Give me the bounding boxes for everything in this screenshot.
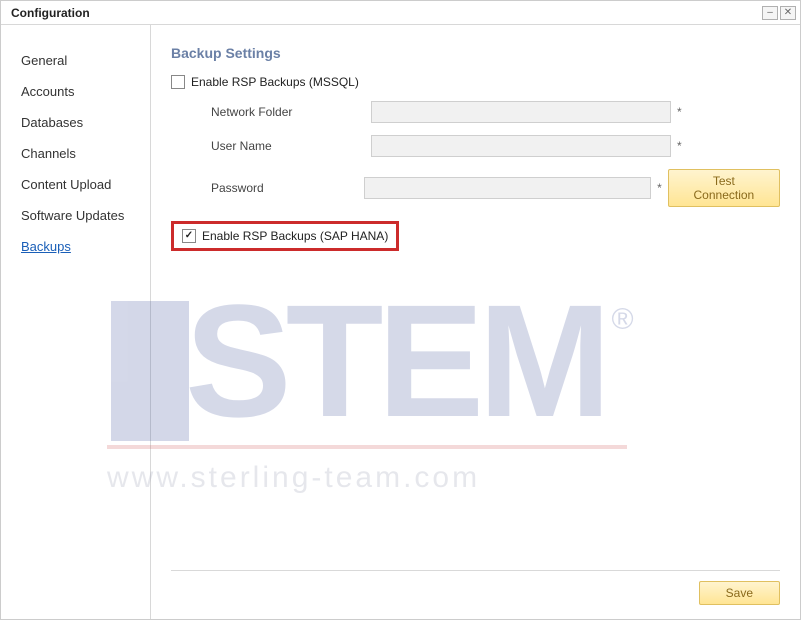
enable-hana-label: Enable RSP Backups (SAP HANA) [202, 229, 388, 243]
network-folder-row: Network Folder * [211, 101, 780, 123]
enable-hana-checkbox[interactable] [182, 229, 196, 243]
password-input[interactable] [364, 177, 651, 199]
highlight-box: Enable RSP Backups (SAP HANA) [171, 221, 399, 251]
required-asterisk: * [657, 181, 662, 195]
window-buttons: – ✕ [762, 6, 796, 20]
content-panel: Backup Settings Enable RSP Backups (MSSQ… [151, 25, 800, 619]
required-asterisk: * [677, 139, 682, 153]
required-asterisk: * [677, 105, 682, 119]
sidebar-item-channels[interactable]: Channels [21, 138, 150, 169]
password-label: Password [211, 181, 364, 195]
user-name-input[interactable] [371, 135, 671, 157]
network-folder-label: Network Folder [211, 105, 371, 119]
minimize-button[interactable]: – [762, 6, 778, 20]
enable-hana-row: Enable RSP Backups (SAP HANA) [171, 221, 780, 251]
config-window: Configuration – ✕ STEM ® www.sterling-te… [0, 0, 801, 620]
sidebar-item-backups[interactable]: Backups [21, 231, 150, 262]
enable-mssql-row: Enable RSP Backups (MSSQL) [171, 75, 780, 89]
section-title: Backup Settings [171, 45, 780, 61]
titlebar: Configuration – ✕ [1, 1, 800, 25]
footer-row: Save [171, 570, 780, 605]
network-folder-input[interactable] [371, 101, 671, 123]
window-title: Configuration [11, 6, 90, 20]
user-name-row: User Name * [211, 135, 780, 157]
sidebar-item-general[interactable]: General [21, 45, 150, 76]
sidebar-item-databases[interactable]: Databases [21, 107, 150, 138]
body: STEM ® www.sterling-team.com General Acc… [1, 25, 800, 619]
enable-mssql-checkbox[interactable] [171, 75, 185, 89]
sidebar: General Accounts Databases Channels Cont… [1, 25, 151, 619]
user-name-label: User Name [211, 139, 371, 153]
password-row: Password * Test Connection [211, 169, 780, 207]
sidebar-item-accounts[interactable]: Accounts [21, 76, 150, 107]
sidebar-item-software-updates[interactable]: Software Updates [21, 200, 150, 231]
close-button[interactable]: ✕ [780, 6, 796, 20]
test-connection-button[interactable]: Test Connection [668, 169, 780, 207]
save-button[interactable]: Save [699, 581, 780, 605]
enable-mssql-label: Enable RSP Backups (MSSQL) [191, 75, 359, 89]
sidebar-item-content-upload[interactable]: Content Upload [21, 169, 150, 200]
